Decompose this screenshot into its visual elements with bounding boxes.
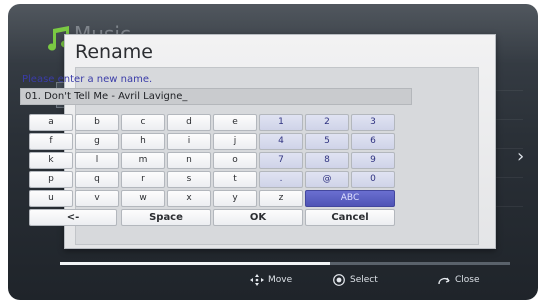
hint-close: Close xyxy=(437,272,480,288)
key-h[interactable]: h xyxy=(121,133,165,150)
key-7[interactable]: 7 xyxy=(259,152,303,169)
key-n[interactable]: n xyxy=(167,152,211,169)
hint-move: Move xyxy=(250,272,292,288)
key-9[interactable]: 9 xyxy=(351,152,395,169)
ok-button[interactable]: OK xyxy=(213,209,303,226)
key-z[interactable]: z xyxy=(259,190,303,207)
on-screen-keyboard: a b c d e 1 2 3 f g h i j 4 5 6 k l m n … xyxy=(29,114,405,249)
hint-select-label: Select xyxy=(350,275,378,285)
key-4[interactable]: 4 xyxy=(259,133,303,150)
key-y[interactable]: y xyxy=(213,190,257,207)
key-t[interactable]: t xyxy=(213,171,257,188)
key-q[interactable]: q xyxy=(75,171,119,188)
key-2[interactable]: 2 xyxy=(305,114,349,131)
hint-close-label: Close xyxy=(455,275,480,285)
abc-mode-button[interactable]: ABC xyxy=(305,190,395,207)
key-a[interactable]: a xyxy=(29,114,73,131)
key-x[interactable]: x xyxy=(167,190,211,207)
page-indicator-track xyxy=(330,262,510,265)
key-1[interactable]: 1 xyxy=(259,114,303,131)
name-input[interactable]: 01. Don't Tell Me - Avril Lavigne_ xyxy=(20,88,412,105)
key-w[interactable]: w xyxy=(121,190,165,207)
key-s[interactable]: s xyxy=(167,171,211,188)
key-3[interactable]: 3 xyxy=(351,114,395,131)
dialog-title: Rename xyxy=(75,41,153,63)
back-return-icon xyxy=(438,277,450,285)
key-f[interactable]: f xyxy=(29,133,73,150)
key-l[interactable]: l xyxy=(75,152,119,169)
key-0[interactable]: 0 xyxy=(351,171,395,188)
key-at[interactable]: @ xyxy=(305,171,349,188)
select-button-icon xyxy=(333,274,345,286)
rename-prompt: Please enter a new name. xyxy=(22,74,153,85)
key-k[interactable]: k xyxy=(29,152,73,169)
key-o[interactable]: o xyxy=(213,152,257,169)
key-m[interactable]: m xyxy=(121,152,165,169)
key-e[interactable]: e xyxy=(213,114,257,131)
key-period[interactable]: . xyxy=(259,171,303,188)
key-d[interactable]: d xyxy=(167,114,211,131)
key-g[interactable]: g xyxy=(75,133,119,150)
key-p[interactable]: p xyxy=(29,171,73,188)
key-u[interactable]: u xyxy=(29,190,73,207)
key-v[interactable]: v xyxy=(75,190,119,207)
key-8[interactable]: 8 xyxy=(305,152,349,169)
backspace-button[interactable]: <- xyxy=(29,209,117,226)
key-r[interactable]: r xyxy=(121,171,165,188)
key-j[interactable]: j xyxy=(213,133,257,150)
key-c[interactable]: c xyxy=(121,114,165,131)
hint-select: Select xyxy=(332,272,378,288)
cancel-button[interactable]: Cancel xyxy=(305,209,395,226)
space-button[interactable]: Space xyxy=(121,209,211,226)
chevron-right-icon[interactable]: › xyxy=(517,146,524,167)
key-5[interactable]: 5 xyxy=(305,133,349,150)
page-indicator-active xyxy=(60,262,330,265)
hint-move-label: Move xyxy=(268,275,293,285)
key-b[interactable]: b xyxy=(75,114,119,131)
key-6[interactable]: 6 xyxy=(351,133,395,150)
move-arrows-icon xyxy=(250,274,264,286)
key-i[interactable]: i xyxy=(167,133,211,150)
